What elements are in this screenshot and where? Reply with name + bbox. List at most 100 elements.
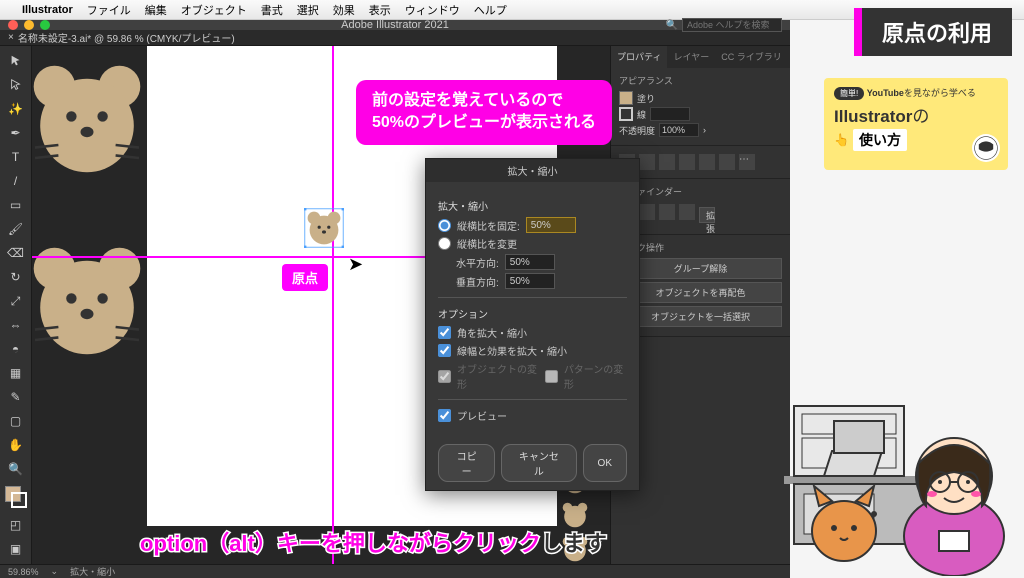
rotate-tool[interactable]: ↻ — [2, 266, 30, 288]
recolor-button[interactable]: オブジェクトを再配色 — [619, 282, 782, 303]
scale-corners-checkbox[interactable] — [438, 326, 451, 339]
menu-select[interactable]: 選択 — [297, 2, 319, 18]
tab-close-icon[interactable]: × — [8, 32, 14, 43]
pathfinder-title: スファインダー — [619, 185, 782, 198]
eraser-tool[interactable]: ⌫ — [2, 242, 30, 264]
menu-window[interactable]: ウィンドウ — [405, 2, 460, 18]
callout-line-1: 前の設定を覚えているので — [372, 90, 596, 112]
more-options-icon[interactable]: ⋯ — [739, 154, 755, 170]
zoom-tool[interactable]: 🔍 — [2, 458, 30, 480]
scale-corners-label: 角を拡大・縮小 — [457, 325, 527, 340]
help-search-input[interactable] — [682, 18, 782, 32]
paintbrush-tool[interactable]: 🖌 — [2, 218, 30, 240]
uniform-scale-label: 縦横比を固定: — [457, 218, 520, 233]
zoom-level[interactable]: 59.86% — [8, 567, 39, 577]
ungroup-button[interactable]: グループ解除 — [619, 258, 782, 279]
artwork-bear-selected[interactable] — [304, 208, 344, 248]
align-right-icon[interactable] — [659, 154, 675, 170]
callout-line-2: 50%のプレビューが表示される — [372, 112, 596, 134]
pathfinder-exclude-icon[interactable] — [679, 204, 695, 220]
menu-type[interactable]: 書式 — [261, 2, 283, 18]
direct-selection-tool[interactable] — [2, 74, 30, 96]
select-all-button[interactable]: オブジェクトを一括選択 — [619, 306, 782, 327]
scale-tool[interactable]: ⤢ — [2, 290, 30, 312]
expand-button[interactable]: 拡張 — [699, 207, 715, 223]
mouse-cursor-icon: ➤ — [348, 254, 363, 275]
menu-object[interactable]: オブジェクト — [181, 2, 247, 18]
horizontal-scale-input[interactable] — [505, 254, 555, 270]
gradient-tool[interactable]: ▦ — [2, 362, 30, 384]
transform-objects-label: オブジェクトの変形 — [457, 361, 539, 391]
uniform-scale-radio[interactable] — [438, 219, 451, 232]
chevron-down-icon[interactable]: ⌄ — [51, 566, 59, 577]
opacity-label: 不透明度 — [619, 124, 655, 137]
minimize-window-button[interactable] — [24, 20, 34, 30]
align-vcenter-icon[interactable] — [699, 154, 715, 170]
ok-button[interactable]: OK — [583, 444, 627, 482]
zoom-window-button[interactable] — [40, 20, 50, 30]
tab-properties[interactable]: プロパティ — [611, 46, 667, 68]
fill-stroke-swatch[interactable] — [5, 486, 27, 508]
horizontal-scale-label: 水平方向: — [456, 255, 499, 270]
rectangle-tool[interactable]: ▭ — [2, 194, 30, 216]
fill-label: 塗り — [637, 92, 655, 105]
tab-label: 名称未設定-3.ai* @ 59.86 % (CMYK/プレビュー) — [18, 30, 235, 45]
stroke-color[interactable] — [11, 492, 27, 508]
close-window-button[interactable] — [8, 20, 18, 30]
magic-wand-tool[interactable]: ✨ — [2, 98, 30, 120]
artwork-bear-large-1 — [32, 54, 152, 184]
align-top-icon[interactable] — [679, 154, 695, 170]
document-tab[interactable]: × 名称未設定-3.ai* @ 59.86 % (CMYK/プレビュー) — [8, 30, 235, 45]
youtube-label: YouTube — [867, 88, 904, 98]
align-hcenter-icon[interactable] — [639, 154, 655, 170]
pen-tool[interactable]: ✒ — [2, 122, 30, 144]
topic-banner: 原点の利用 — [854, 8, 1012, 56]
line-tool[interactable]: / — [2, 170, 30, 192]
appearance-section: アピアランス 塗り 線 不透明度› — [611, 68, 790, 146]
quick-actions-title: イック操作 — [619, 241, 782, 254]
uniform-scale-input[interactable] — [526, 217, 576, 233]
preview-checkbox[interactable] — [438, 409, 451, 422]
chevron-right-icon[interactable]: › — [703, 125, 706, 135]
tab-cc-libraries[interactable]: CC ライブラリ — [715, 46, 788, 68]
hand-tool[interactable]: ✋ — [2, 434, 30, 456]
transform-patterns-label: パターンの変形 — [564, 361, 627, 391]
menu-help[interactable]: ヘルプ — [474, 2, 507, 18]
selection-tool[interactable] — [2, 50, 30, 72]
align-bottom-icon[interactable] — [719, 154, 735, 170]
window-title: Adobe Illustrator 2021 — [341, 19, 449, 31]
vertical-guide — [332, 46, 334, 564]
pointer-icon: 👆 — [834, 133, 849, 147]
scale-section-label: 拡大・縮小 — [438, 198, 627, 213]
stroke-swatch-icon[interactable] — [619, 107, 633, 121]
scale-strokes-checkbox[interactable] — [438, 344, 451, 357]
opacity-input[interactable] — [659, 123, 699, 137]
artboard-tool[interactable]: ▢ — [2, 410, 30, 432]
menu-effect[interactable]: 効果 — [333, 2, 355, 18]
vertical-scale-input[interactable] — [505, 273, 555, 289]
pathfinder-intersect-icon[interactable] — [659, 204, 675, 220]
instructor-illustration — [784, 276, 1024, 576]
shape-builder-tool[interactable]: ◓ — [2, 338, 30, 360]
width-tool[interactable]: ⇔ — [2, 314, 30, 336]
stroke-label: 線 — [637, 108, 646, 121]
type-tool[interactable]: T — [2, 146, 30, 168]
eyedropper-tool[interactable]: ✎ — [2, 386, 30, 408]
screen-mode[interactable]: ▣ — [2, 538, 30, 560]
tab-layers[interactable]: レイヤー — [667, 46, 715, 68]
instruction-caption: option（alt）キーを押しながらクリックします — [140, 526, 607, 558]
menu-file[interactable]: ファイル — [87, 2, 131, 18]
fill-swatch-icon[interactable] — [619, 91, 633, 105]
menu-view[interactable]: 表示 — [369, 2, 391, 18]
stroke-weight-input[interactable] — [650, 107, 690, 121]
dialog-title: 拡大・縮小 — [426, 159, 639, 182]
draw-mode[interactable]: ◰ — [2, 514, 30, 536]
app-menu[interactable]: Illustrator — [22, 4, 73, 16]
nonuniform-scale-radio[interactable] — [438, 237, 451, 250]
panel-tabs: プロパティ レイヤー CC ライブラリ — [611, 46, 790, 68]
cancel-button[interactable]: キャンセル — [501, 444, 576, 482]
pathfinder-minus-icon[interactable] — [639, 204, 655, 220]
tutorial-card: 簡単! YouTubeを見ながら学べる Illustratorの 👆 使い方 — [824, 78, 1008, 170]
menu-edit[interactable]: 編集 — [145, 2, 167, 18]
copy-button[interactable]: コピー — [438, 444, 495, 482]
